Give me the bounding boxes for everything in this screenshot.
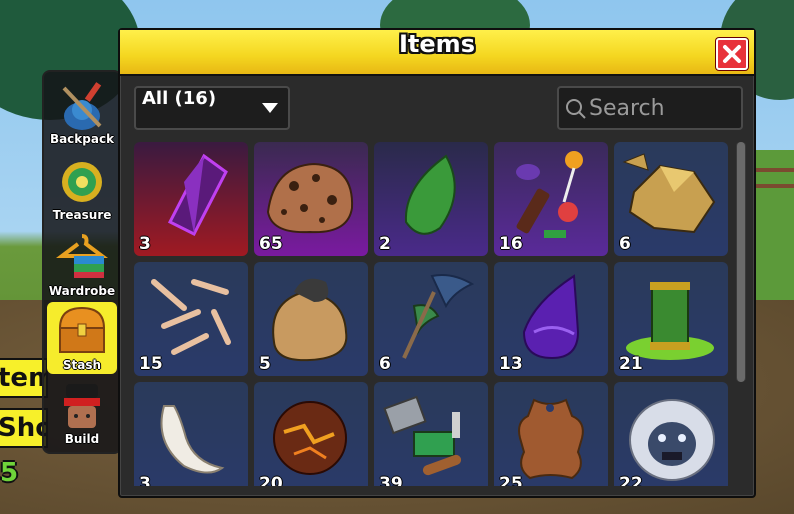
leaf-icon — [404, 154, 456, 235]
search-icon — [566, 99, 586, 119]
sidebar-item-build[interactable]: Build — [47, 376, 117, 448]
item-quantity: 21 — [619, 354, 643, 374]
window-title: Items — [399, 30, 475, 58]
item-slot-scrap-parts[interactable]: 39 — [374, 382, 488, 486]
scrollbar-thumb[interactable] — [737, 142, 745, 382]
item-slot-purple-ectoplasm[interactable]: 13 — [494, 262, 608, 376]
sidebar-item-treasure[interactable]: Treasure — [47, 152, 117, 224]
stash-chest-icon — [58, 306, 106, 353]
treasure-icon — [62, 162, 102, 202]
item-quantity: 65 — [259, 234, 283, 254]
scrap-parts-icon — [383, 395, 462, 476]
item-quantity: 5 — [259, 354, 271, 374]
leather-icon — [518, 398, 584, 480]
item-slot-green-leaf[interactable]: 2 — [374, 142, 488, 256]
item-quantity: 39 — [379, 474, 403, 486]
title-bar: Items — [120, 30, 754, 76]
items-window: Items All (16) 3 — [118, 28, 756, 498]
item-slot-bones[interactable]: 15 — [134, 262, 248, 376]
fang-icon — [160, 405, 225, 474]
item-quantity: 16 — [499, 234, 523, 254]
item-slot-cloth-sack[interactable]: 5 — [254, 262, 368, 376]
currency-amount: 5 — [0, 458, 19, 488]
side-tab-items[interactable]: tem — [0, 358, 48, 398]
sack-icon — [272, 278, 348, 362]
item-quantity: 2 — [379, 234, 391, 254]
sidebar-item-label: Treasure — [52, 208, 112, 222]
item-slot-meteorite[interactable]: 65 — [254, 142, 368, 256]
search-input[interactable] — [589, 88, 737, 128]
item-slot-dark-crystal[interactable]: 3 — [134, 142, 248, 256]
chevron-down-icon — [262, 103, 278, 113]
sidebar-item-wardrobe[interactable]: Wardrobe — [47, 228, 117, 300]
search-box[interactable] — [557, 86, 743, 130]
filter-selected-value: All (16) — [142, 88, 217, 109]
sidebar-item-label: Wardrobe — [48, 284, 116, 298]
item-quantity: 3 — [139, 234, 151, 254]
item-quantity: 13 — [499, 354, 523, 374]
close-button[interactable] — [716, 38, 748, 70]
magma-ore-icon — [273, 401, 347, 475]
backpack-icon — [62, 82, 102, 130]
side-tab-shop[interactable]: Sho — [0, 408, 48, 448]
item-quantity: 6 — [379, 354, 391, 374]
sidebar-item-backpack[interactable]: Backpack — [47, 76, 117, 148]
items-scrollbar[interactable] — [736, 142, 746, 382]
item-quantity: 20 — [259, 474, 283, 486]
item-slot-fang[interactable]: 3 — [134, 382, 248, 486]
item-quantity: 6 — [619, 234, 631, 254]
item-slot-magma-ore[interactable]: 20 — [254, 382, 368, 486]
item-quantity: 22 — [619, 474, 643, 486]
build-icon — [64, 384, 100, 428]
category-filter-dropdown[interactable]: All (16) — [134, 86, 290, 130]
yeti-face-icon — [629, 399, 715, 481]
item-slot-gold-ore[interactable]: 6 — [614, 142, 728, 256]
item-slot-leather[interactable]: 25 — [494, 382, 608, 486]
close-icon — [723, 45, 741, 63]
fish-tail-icon — [402, 274, 475, 359]
item-slot-fish-tail[interactable]: 6 — [374, 262, 488, 376]
sidebar-item-label: Build — [64, 432, 100, 446]
inventory-sidebar: Backpack Treasure Wardrobe Stash Build — [42, 70, 122, 454]
item-slot-candies[interactable]: 16 — [494, 142, 608, 256]
sidebar-item-label: Backpack — [49, 132, 115, 146]
dark-crystal-icon — [167, 153, 228, 237]
sidebar-item-label: Stash — [62, 358, 102, 372]
item-quantity: 25 — [499, 474, 523, 486]
item-slot-toxic-slime-can[interactable]: 21 — [614, 262, 728, 376]
item-slot-yeti-fur[interactable]: 22 — [614, 382, 728, 486]
items-grid: 3 65 2 16 6 15 5 6 13 21 3 20 39 25 22 — [134, 142, 730, 486]
gold-ore-icon — [622, 153, 716, 234]
item-quantity: 15 — [139, 354, 163, 374]
wardrobe-icon — [56, 234, 108, 278]
sidebar-item-stash[interactable]: Stash — [47, 302, 117, 374]
item-quantity: 3 — [139, 474, 151, 486]
